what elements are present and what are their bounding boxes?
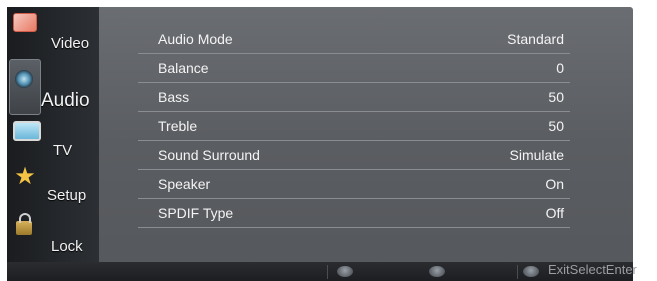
menu-row-bass[interactable]: Bass 50 — [138, 83, 570, 112]
row-label: Audio Mode — [158, 31, 233, 47]
remote-button-icon — [337, 266, 353, 277]
sidebar-item-lock[interactable]: Lock — [7, 211, 99, 261]
row-value: 50 — [548, 118, 564, 134]
star-setup-icon: ★ — [14, 163, 36, 190]
row-label: SPDIF Type — [158, 205, 234, 221]
row-label: Sound Surround — [158, 147, 260, 163]
sidebar-item-label: Lock — [51, 238, 83, 255]
sidebar-item-label: Video — [51, 35, 90, 52]
menu-row-speaker[interactable]: Speaker On — [138, 170, 570, 199]
menu-row-balance[interactable]: Balance 0 — [138, 54, 570, 83]
row-label: Treble — [158, 118, 198, 134]
row-label: Balance — [158, 60, 209, 76]
tv-icon — [13, 121, 41, 141]
menu-row-sound-surround[interactable]: Sound Surround Simulate — [138, 141, 570, 170]
menu-row-audio-mode[interactable]: Audio Mode Standard — [138, 25, 570, 54]
row-value: Simulate — [509, 147, 564, 163]
key-hint-text: ExitSelectEnter — [548, 262, 637, 277]
sidebar-item-video[interactable]: Video — [7, 7, 99, 57]
audio-speaker-icon — [9, 59, 41, 115]
menu-row-spdif-type[interactable]: SPDIF Type Off — [138, 199, 570, 228]
row-value: Standard — [507, 31, 564, 47]
sidebar-item-tv[interactable]: TV — [7, 117, 99, 165]
row-value: Off — [545, 205, 564, 221]
menu-row-treble[interactable]: Treble 50 — [138, 112, 570, 141]
tv-menu-window: Video Audio TV ★ Setup Lock Audio Mode S… — [7, 7, 633, 281]
row-value: 50 — [548, 89, 564, 105]
sidebar-item-label: Setup — [47, 187, 87, 204]
divider — [517, 265, 518, 279]
remote-button-icon — [523, 266, 539, 277]
row-label: Bass — [158, 89, 190, 105]
sidebar-item-setup[interactable]: ★ Setup — [7, 165, 99, 211]
row-label: Speaker — [158, 176, 211, 192]
padlock-icon — [16, 213, 32, 235]
remote-button-icon — [429, 266, 445, 277]
row-value: On — [545, 176, 564, 192]
video-icon — [13, 13, 37, 32]
sidebar: Video Audio TV ★ Setup Lock — [7, 7, 99, 262]
sidebar-item-label: TV — [53, 142, 73, 159]
sidebar-item-label: Audio — [41, 90, 90, 111]
audio-settings-list: Audio Mode Standard Balance 0 Bass 50 Tr… — [138, 25, 570, 228]
divider — [327, 265, 328, 279]
row-value: 0 — [556, 60, 564, 76]
key-hint-bar — [7, 262, 633, 281]
sidebar-item-audio[interactable]: Audio — [7, 57, 99, 115]
